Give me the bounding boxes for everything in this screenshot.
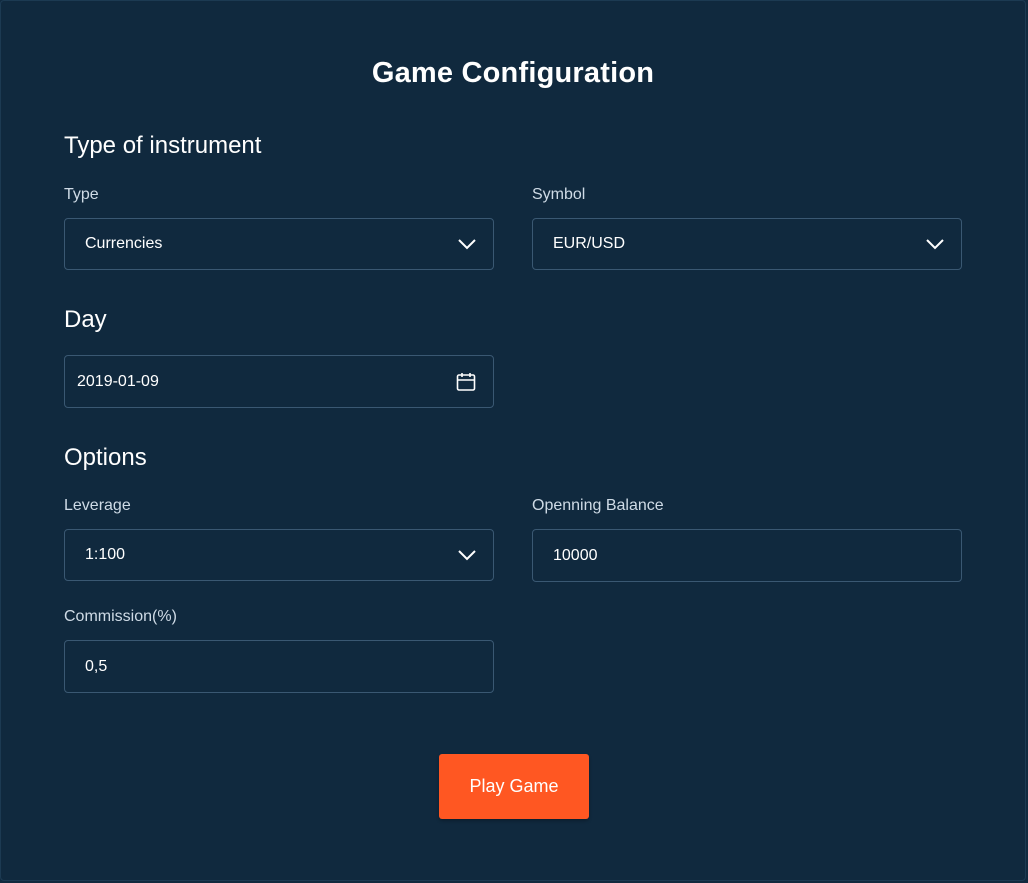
commission-input-value: 0,5	[85, 657, 108, 675]
section-title-options: Options	[64, 444, 147, 471]
type-label: Type	[64, 186, 99, 203]
commission-label: Commission(%)	[64, 608, 177, 625]
type-select[interactable]: Currencies	[64, 218, 494, 270]
type-select-value: Currencies	[85, 235, 163, 252]
leverage-select[interactable]: 1:100	[64, 529, 494, 581]
symbol-select[interactable]: EUR/USD	[532, 218, 962, 270]
balance-input-value: 10000	[553, 546, 598, 564]
symbol-label: Symbol	[532, 186, 586, 203]
chevron-down-icon	[457, 545, 477, 565]
section-title-instrument: Type of instrument	[64, 132, 262, 159]
section-title-day: Day	[64, 306, 107, 333]
leverage-select-value: 1:100	[85, 546, 126, 563]
chevron-down-icon	[925, 234, 945, 254]
leverage-label: Leverage	[64, 497, 131, 514]
game-configuration-panel: Game Configuration Type of instrument Ty…	[0, 0, 1026, 881]
balance-input[interactable]: 10000	[532, 529, 962, 582]
calendar-icon[interactable]	[455, 371, 477, 393]
date-input[interactable]: 2019-01-09	[64, 355, 494, 408]
symbol-select-value: EUR/USD	[553, 235, 626, 252]
page-title: Game Configuration	[371, 57, 655, 89]
date-input-value: 2019-01-09	[77, 372, 159, 390]
chevron-down-icon	[457, 234, 477, 254]
play-game-button[interactable]: Play Game	[439, 754, 589, 819]
balance-label: Openning Balance	[532, 497, 664, 514]
commission-input[interactable]: 0,5	[64, 640, 494, 693]
